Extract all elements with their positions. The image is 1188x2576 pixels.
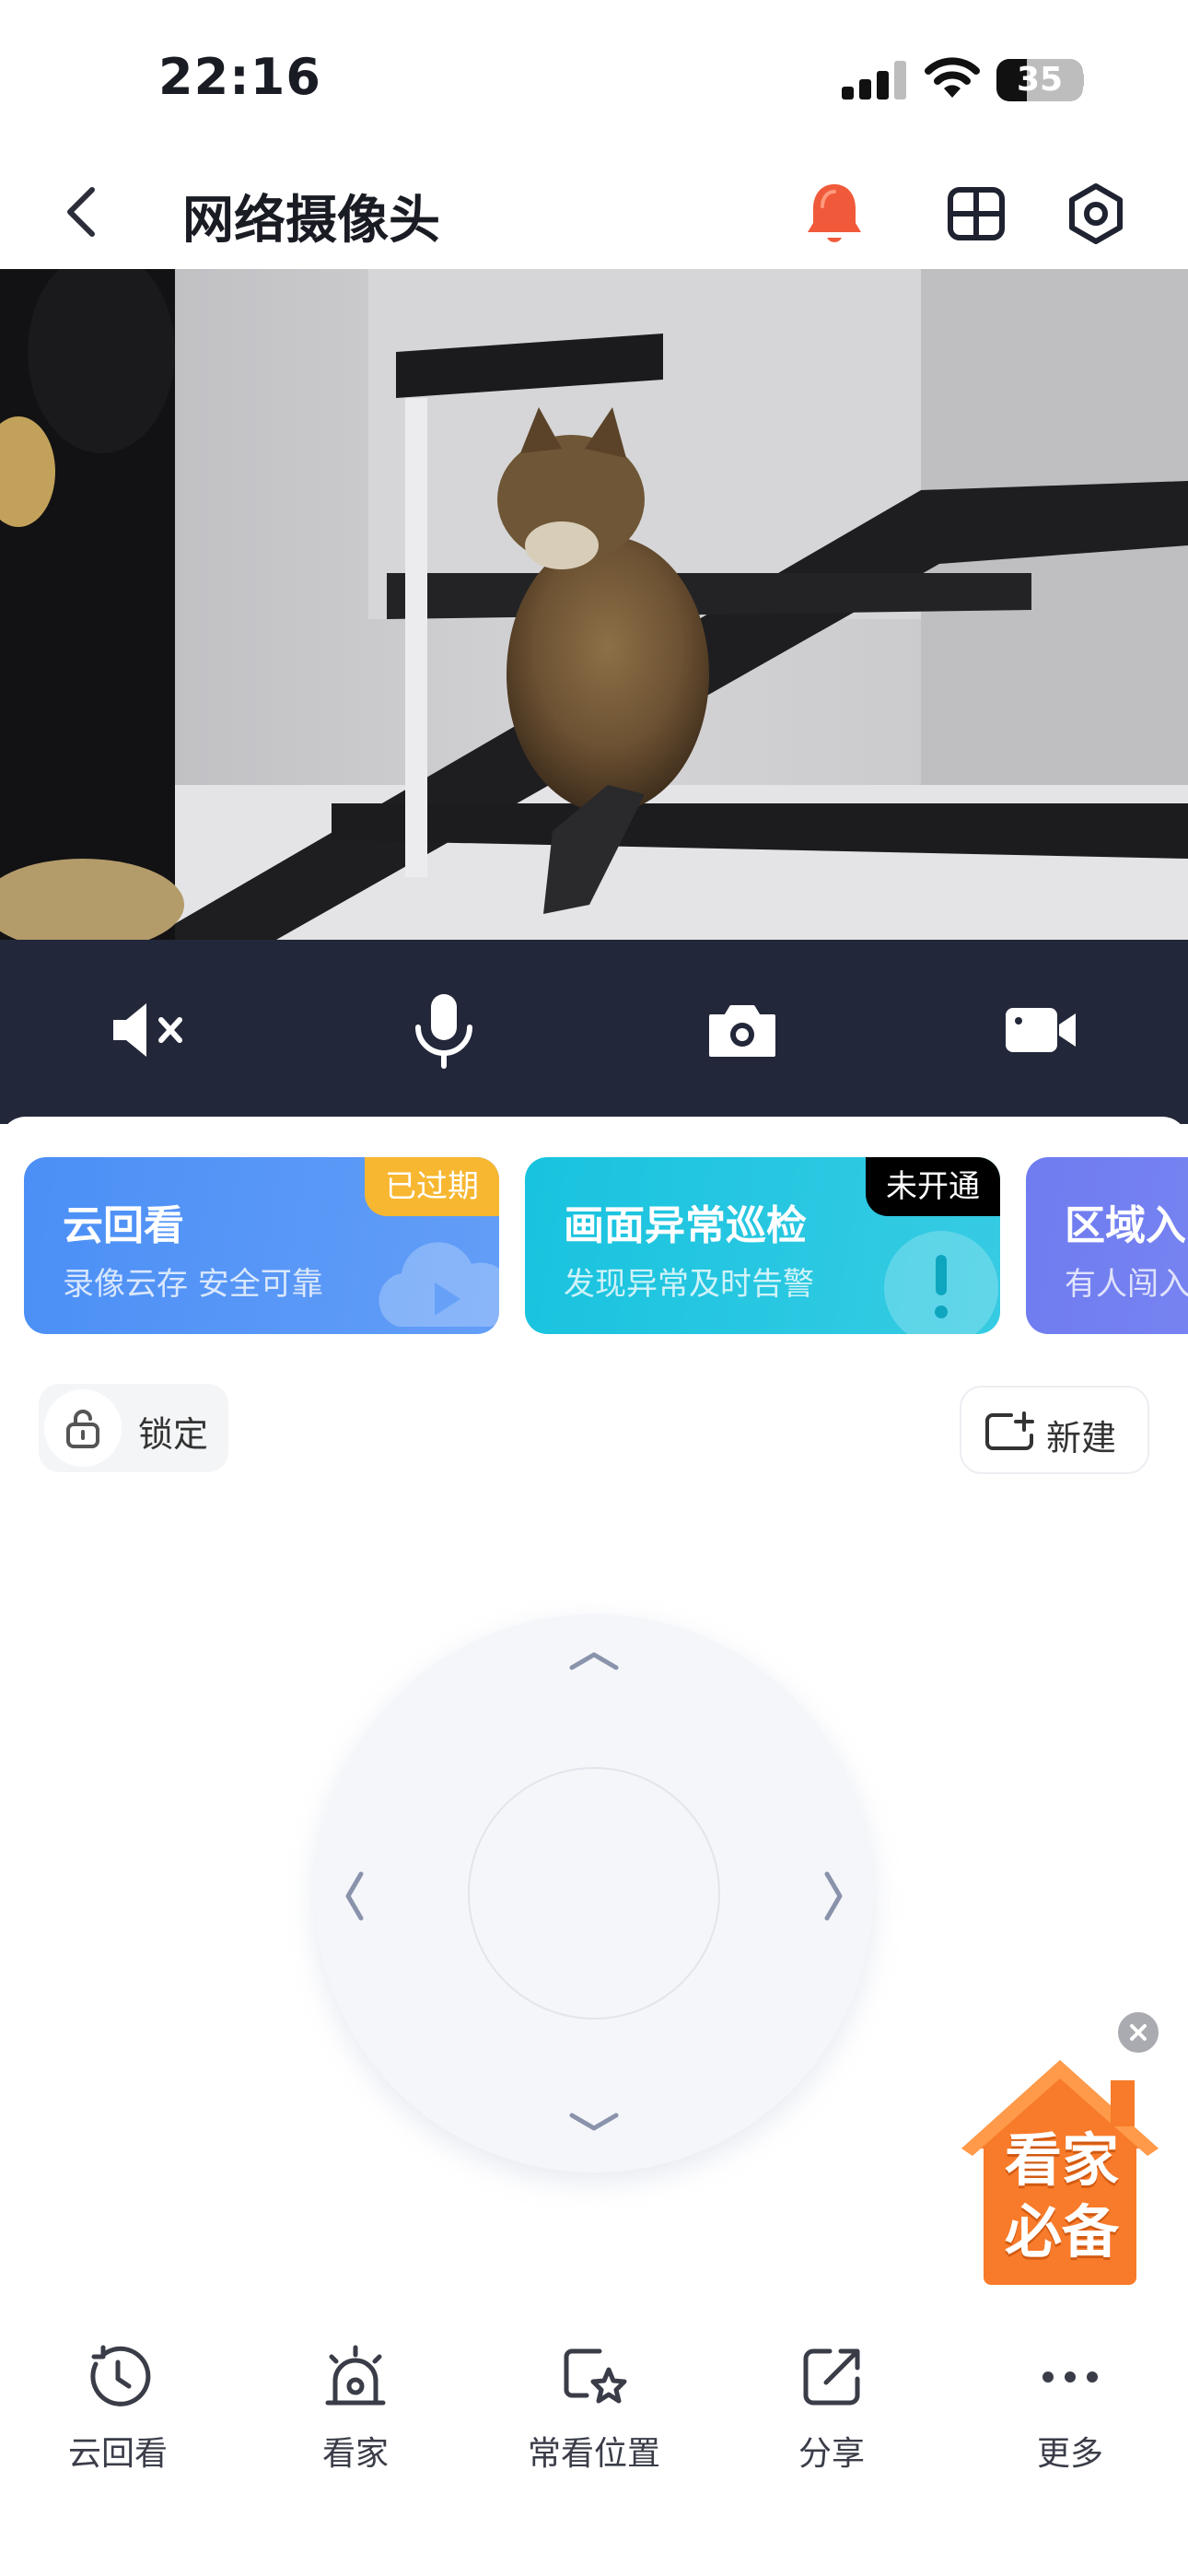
- chevron-up-icon: [569, 1652, 619, 1670]
- ptz-center[interactable]: [468, 1767, 720, 2020]
- alert-icon: [884, 1231, 998, 1334]
- microphone-icon: [415, 994, 472, 1069]
- settings-icon: [1069, 183, 1123, 244]
- back-button[interactable]: [53, 175, 109, 249]
- promo-text: 看家 必备: [974, 2125, 1149, 2268]
- card-title: 区域入: [1065, 1202, 1186, 1249]
- camera-frame-image: [0, 269, 1188, 940]
- camera-icon: [709, 1005, 775, 1057]
- clock-replay-icon: [81, 2340, 155, 2414]
- wifi-icon: [925, 57, 980, 98]
- lock-label: 锁定: [138, 1414, 209, 1455]
- tab-more[interactable]: 更多: [978, 2340, 1162, 2478]
- promo-line-2: 必备: [1004, 2198, 1119, 2266]
- grid-icon: [948, 187, 1005, 240]
- card-title: 画面异常巡检: [564, 1202, 807, 1249]
- battery-percent: 35: [1016, 61, 1064, 99]
- snapshot-button[interactable]: [696, 984, 788, 1076]
- bottom-toolbar: 云回看 看家 常看位置 分享 更多: [0, 2303, 1188, 2488]
- chevron-right-icon: [824, 1871, 843, 1921]
- service-card-area-intrusion[interactable]: 区域入 有人闯入: [1026, 1157, 1188, 1334]
- mute-button[interactable]: [103, 984, 195, 1076]
- media-control-bar: [0, 940, 1188, 1124]
- ptz-left-button[interactable]: [326, 1868, 381, 1924]
- card-subtitle: 发现异常及时告警: [564, 1266, 814, 1303]
- bell-icon: [808, 184, 861, 242]
- lock-icon-wrap: [44, 1389, 122, 1467]
- service-card-anomaly-patrol[interactable]: 未开通 画面异常巡检 发现异常及时告警: [525, 1157, 1000, 1334]
- unlock-icon: [66, 1410, 99, 1448]
- card-subtitle: 有人闯入: [1065, 1266, 1188, 1303]
- ptz-down-button[interactable]: [566, 2093, 622, 2149]
- new-label: 新建: [1046, 1418, 1117, 1458]
- video-record-icon: [1006, 1008, 1076, 1052]
- status-bar: 22:16 35: [0, 0, 1188, 157]
- new-preset-button[interactable]: 新建: [960, 1386, 1149, 1474]
- add-screen-icon: [985, 1411, 1034, 1450]
- close-icon: [1130, 2024, 1147, 2041]
- ptz-up-button[interactable]: [566, 1633, 622, 1688]
- tab-share[interactable]: 分享: [740, 2340, 924, 2478]
- nav-header: 网络摄像头: [0, 157, 1188, 269]
- mute-icon: [113, 1003, 182, 1057]
- star-bookmark-icon: [557, 2340, 631, 2414]
- lock-button[interactable]: 锁定: [39, 1384, 228, 1472]
- record-button[interactable]: [995, 984, 1087, 1076]
- tab-label: 云回看: [67, 2435, 168, 2473]
- tab-cloud-playback[interactable]: 云回看: [26, 2340, 210, 2478]
- cellular-signal-icon: [842, 61, 906, 100]
- card-subtitle: 录像云存 安全可靠: [63, 1266, 323, 1303]
- tab-frequent-positions[interactable]: 常看位置: [502, 2340, 686, 2478]
- card-title: 云回看: [63, 1202, 184, 1249]
- more-dots-icon: [1033, 2340, 1107, 2414]
- battery-tip: [1077, 72, 1084, 88]
- chevron-down-icon: [569, 2113, 619, 2131]
- chevron-left-icon: [345, 1871, 364, 1921]
- tab-label: 常看位置: [527, 2435, 660, 2473]
- service-card-cloud-playback[interactable]: 已过期 云回看 录像云存 安全可靠: [24, 1157, 499, 1334]
- multi-view-button[interactable]: [941, 179, 1011, 249]
- tab-label: 看家: [321, 2435, 389, 2473]
- settings-button[interactable]: [1061, 179, 1131, 249]
- alarm-light-icon: [319, 2340, 392, 2414]
- cloud-play-icon: [379, 1242, 499, 1327]
- ptz-joystick[interactable]: [315, 1614, 873, 2172]
- camera-live-feed[interactable]: [0, 269, 1188, 940]
- tab-home-guard[interactable]: 看家: [263, 2340, 448, 2478]
- tab-label: 分享: [798, 2435, 865, 2473]
- home-security-promo[interactable]: 看家 必备: [954, 2053, 1166, 2289]
- talk-button[interactable]: [398, 984, 490, 1076]
- back-icon: [67, 187, 95, 237]
- alarm-bell-button[interactable]: [799, 179, 869, 249]
- page-title: 网络摄像头: [182, 191, 440, 251]
- share-icon: [795, 2340, 868, 2414]
- status-badge-not-activated: 未开通: [866, 1157, 1000, 1216]
- battery-icon: 35: [996, 59, 1083, 101]
- promo-line-1: 看家: [1004, 2126, 1119, 2194]
- tab-label: 更多: [1036, 2435, 1103, 2473]
- service-card-carousel[interactable]: 已过期 云回看 录像云存 安全可靠 未开通 画面异常巡检 发现异常及时告警 区域…: [24, 1157, 1188, 1338]
- ptz-right-button[interactable]: [807, 1868, 862, 1924]
- status-time: 22:16: [158, 48, 321, 106]
- promo-close-button[interactable]: [1114, 2008, 1162, 2056]
